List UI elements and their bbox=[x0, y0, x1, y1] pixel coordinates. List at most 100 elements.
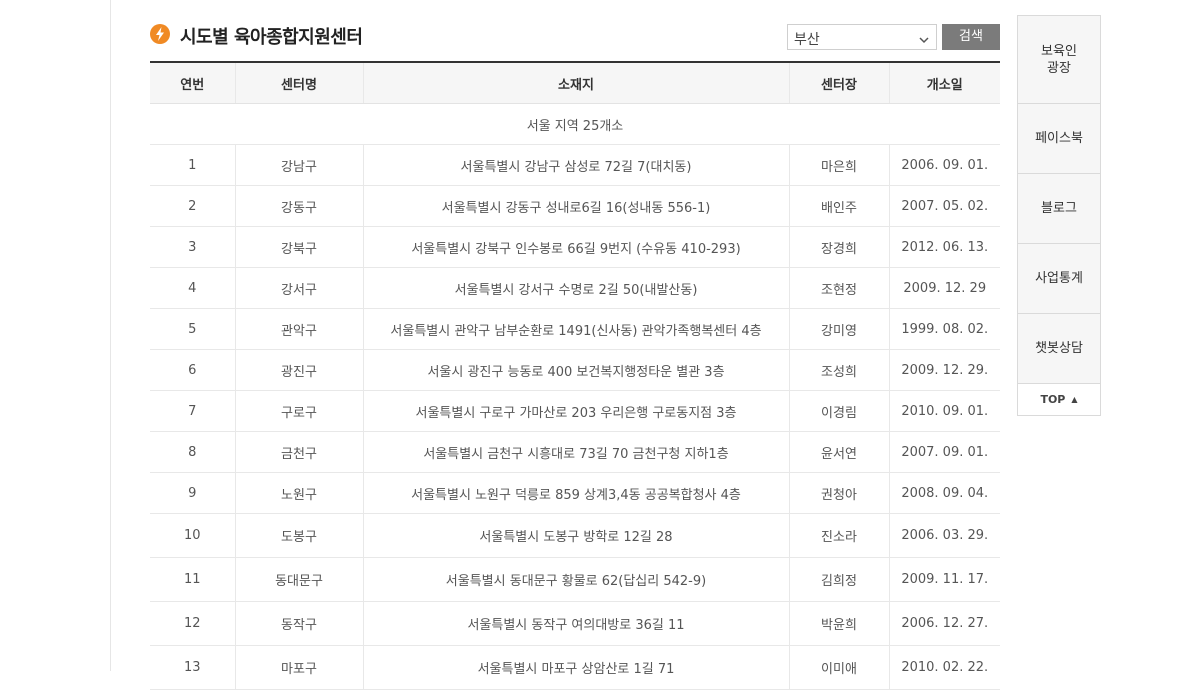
column-header-center: 센터명 bbox=[234, 61, 363, 104]
table-row: 1 강남구 서울특별시 강남구 삼성로 72길 7(대치동) 마은희 2006. 09.… bbox=[150, 144, 1000, 186]
quick-menu-label: 블로그 bbox=[1041, 201, 1077, 216]
cell-no: 6 bbox=[150, 349, 235, 391]
cell-center: 노원구 bbox=[234, 472, 363, 514]
cell-opened: 2006. 09. 01. bbox=[888, 144, 1000, 186]
table-row: 11 동대문구 서울특별시 동대문구 황물로 62(답십리 542-9) 김희정 200… bbox=[150, 557, 1000, 602]
cell-director: 이미애 bbox=[788, 645, 889, 690]
region-select-value: 부산 bbox=[794, 32, 820, 48]
cell-address: 서울특별시 관악구 남부순환로 1491(신사동) 관악가족행복센터 4층 bbox=[362, 308, 789, 350]
cell-address: 서울특별시 도봉구 방학로 12길 28 bbox=[362, 513, 789, 558]
cell-address: 서울특별시 강북구 인수봉로 66길 9번지 (수유동 410-293) bbox=[362, 226, 789, 268]
cell-center: 강서구 bbox=[234, 267, 363, 309]
quick-menu-label: 페이스북 bbox=[1035, 131, 1083, 146]
cell-opened: 2010. 09. 01. bbox=[888, 390, 1000, 432]
cell-center: 동작구 bbox=[234, 601, 363, 646]
cell-center: 도봉구 bbox=[234, 513, 363, 558]
cell-opened: 2012. 06. 13. bbox=[888, 226, 1000, 268]
cell-no: 10 bbox=[150, 513, 235, 558]
chevron-down-icon bbox=[918, 31, 930, 50]
page-title: 시도별 육아종합지원센터 bbox=[180, 27, 363, 48]
cell-no: 12 bbox=[150, 601, 235, 646]
cell-center: 구로구 bbox=[234, 390, 363, 432]
cell-director: 장경희 bbox=[788, 226, 889, 268]
cell-center: 강북구 bbox=[234, 226, 363, 268]
cell-no: 13 bbox=[150, 645, 235, 690]
cell-no: 1 bbox=[150, 144, 235, 186]
section-header: 시도별 육아종합지원센터 부산 검색 bbox=[150, 24, 1000, 52]
cell-no: 11 bbox=[150, 557, 235, 602]
table-row: 7 구로구 서울특별시 구로구 가마산로 203 우리은행 구로동지점 3층 이경림 2… bbox=[150, 390, 1000, 432]
table-row: 12 동작구 서울특별시 동작구 여의대방로 36길 11 박윤희 2006. 12. … bbox=[150, 601, 1000, 646]
cell-opened: 1999. 08. 02. bbox=[888, 308, 1000, 350]
region-select[interactable]: 부산 bbox=[787, 24, 937, 50]
cell-director: 박윤희 bbox=[788, 601, 889, 646]
table-row: 8 금천구 서울특별시 금천구 시흥대로 73길 70 금천구청 지하1층 윤서연 20… bbox=[150, 431, 1000, 473]
cell-opened: 2007. 05. 02. bbox=[888, 185, 1000, 227]
quick-menu-statistics[interactable]: 사업통계 bbox=[1018, 244, 1100, 314]
quick-menu-facebook[interactable]: 페이스북 bbox=[1018, 104, 1100, 174]
table-row: 5 관악구 서울특별시 관악구 남부순환로 1491(신사동) 관악가족행복센터 4… bbox=[150, 308, 1000, 350]
quick-menu-label: 챗봇상담 bbox=[1035, 341, 1083, 356]
cell-opened: 2010. 02. 22. bbox=[888, 645, 1000, 690]
cell-address: 서울특별시 마포구 상암산로 1길 71 bbox=[362, 645, 789, 690]
cell-director: 조성희 bbox=[788, 349, 889, 391]
cell-address: 서울특별시 동대문구 황물로 62(답십리 542-9) bbox=[362, 557, 789, 602]
column-header-director: 센터장 bbox=[788, 61, 889, 104]
table-row: 6 광진구 서울시 광진구 능동로 400 보건복지행정타운 별관 3층 조성희 200… bbox=[150, 349, 1000, 391]
caret-up-icon: ▲ bbox=[1071, 395, 1078, 404]
column-header-opened: 개소일 bbox=[888, 61, 1000, 104]
cell-opened: 2006. 03. 29. bbox=[888, 513, 1000, 558]
cell-no: 8 bbox=[150, 431, 235, 473]
column-header-no: 연번 bbox=[150, 61, 235, 104]
table-row: 3 강북구 서울특별시 강북구 인수봉로 66길 9번지 (수유동 410-293)… bbox=[150, 226, 1000, 268]
table-row: 10 도봉구 서울특별시 도봉구 방학로 12길 28 진소라 2006. 03. 29… bbox=[150, 513, 1000, 558]
table-row: 4 강서구 서울특별시 강서구 수명로 2길 50(내발산동) 조현정 2009. 12… bbox=[150, 267, 1000, 309]
cell-no: 2 bbox=[150, 185, 235, 227]
cell-center: 동대문구 bbox=[234, 557, 363, 602]
cell-center: 마포구 bbox=[234, 645, 363, 690]
region-caption: 서울 지역 25개소 bbox=[150, 103, 1000, 145]
cell-center: 금천구 bbox=[234, 431, 363, 473]
cell-director: 진소라 bbox=[788, 513, 889, 558]
center-table: 연번 센터명 소재지 센터장 개소일 서울 지역 25개소 1 강남구 서울특별시 … bbox=[150, 61, 1000, 690]
cell-director: 마은희 bbox=[788, 144, 889, 186]
cell-address: 서울특별시 강동구 성내로6길 16(성내동 556-1) bbox=[362, 185, 789, 227]
cell-address: 서울특별시 구로구 가마산로 203 우리은행 구로동지점 3층 bbox=[362, 390, 789, 432]
quick-menu-teacher-square[interactable]: 보육인 광장 bbox=[1018, 16, 1100, 104]
quick-menu-label: 사업통계 bbox=[1035, 271, 1083, 286]
lightning-badge-icon bbox=[150, 24, 170, 44]
cell-director: 김희정 bbox=[788, 557, 889, 602]
cell-director: 권청아 bbox=[788, 472, 889, 514]
cell-address: 서울특별시 노원구 덕릉로 859 상계3,4동 공공복합청사 4층 bbox=[362, 472, 789, 514]
search-button[interactable]: 검색 bbox=[942, 24, 1000, 50]
cell-opened: 2009. 12. 29. bbox=[888, 349, 1000, 391]
cell-address: 서울특별시 금천구 시흥대로 73길 70 금천구청 지하1층 bbox=[362, 431, 789, 473]
cell-no: 3 bbox=[150, 226, 235, 268]
region-caption-row: 서울 지역 25개소 bbox=[150, 103, 1000, 145]
top-button[interactable]: TOP ▲ bbox=[1018, 384, 1100, 415]
cell-director: 배인주 bbox=[788, 185, 889, 227]
top-button-label: TOP bbox=[1040, 393, 1066, 406]
cell-opened: 2009. 12. 29 bbox=[888, 267, 1000, 309]
cell-opened: 2009. 11. 17. bbox=[888, 557, 1000, 602]
cell-address: 서울특별시 강서구 수명로 2길 50(내발산동) bbox=[362, 267, 789, 309]
cell-address: 서울특별시 동작구 여의대방로 36길 11 bbox=[362, 601, 789, 646]
quick-menu: 보육인 광장 페이스북 블로그 사업통계 챗봇상담 TOP ▲ bbox=[1017, 15, 1101, 416]
cell-address: 서울특별시 강남구 삼성로 72길 7(대치동) bbox=[362, 144, 789, 186]
table-row: 13 마포구 서울특별시 마포구 상암산로 1길 71 이미애 2010. 02. 22… bbox=[150, 645, 1000, 690]
table-row: 9 노원구 서울특별시 노원구 덕릉로 859 상계3,4동 공공복합청사 4층 권청… bbox=[150, 472, 1000, 514]
cell-no: 4 bbox=[150, 267, 235, 309]
content-left-border bbox=[110, 0, 111, 671]
cell-address: 서울시 광진구 능동로 400 보건복지행정타운 별관 3층 bbox=[362, 349, 789, 391]
quick-menu-chatbot[interactable]: 챗봇상담 bbox=[1018, 314, 1100, 384]
cell-center: 강동구 bbox=[234, 185, 363, 227]
cell-opened: 2008. 09. 04. bbox=[888, 472, 1000, 514]
cell-director: 이경림 bbox=[788, 390, 889, 432]
cell-center: 관악구 bbox=[234, 308, 363, 350]
column-header-address: 소재지 bbox=[362, 61, 789, 104]
cell-director: 조현정 bbox=[788, 267, 889, 309]
cell-no: 5 bbox=[150, 308, 235, 350]
cell-opened: 2006. 12. 27. bbox=[888, 601, 1000, 646]
cell-no: 7 bbox=[150, 390, 235, 432]
quick-menu-blog[interactable]: 블로그 bbox=[1018, 174, 1100, 244]
